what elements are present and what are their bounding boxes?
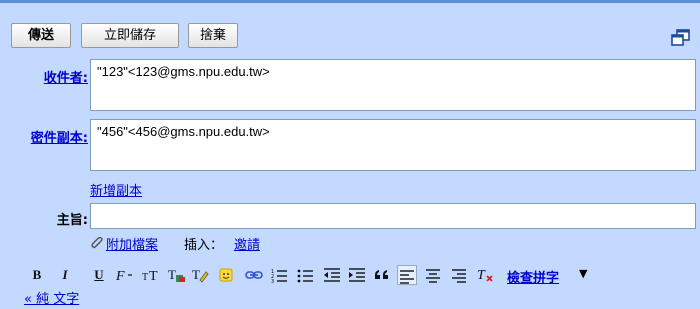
insert-label: 插入：: [184, 238, 224, 253]
compose-panel: 傳送 立即儲存 捨棄 收件者: "123"<123@gms.npu.edu.tw…: [0, 0, 700, 309]
subject-label: 主旨:: [56, 213, 88, 228]
add-cc-link[interactable]: 新增副本: [90, 180, 142, 199]
italic-button[interactable]: I: [58, 265, 72, 285]
quote-icon[interactable]: [373, 265, 391, 285]
link-icon[interactable]: [244, 265, 264, 285]
save-now-button[interactable]: 立即儲存: [81, 23, 179, 48]
emoticon-icon[interactable]: [218, 265, 236, 285]
to-field[interactable]: "123"<123@gms.npu.edu.tw>: [90, 59, 696, 111]
svg-text:F: F: [115, 269, 125, 283]
discard-button[interactable]: 捨棄: [188, 23, 238, 48]
bulleted-list-icon[interactable]: [296, 265, 316, 285]
align-right-icon[interactable]: [450, 265, 470, 285]
popout-window-icon[interactable]: [671, 29, 691, 47]
remove-formatting-icon[interactable]: T: [476, 265, 496, 285]
text-color-icon[interactable]: T: [167, 265, 187, 285]
increase-indent-icon[interactable]: [347, 265, 367, 285]
svg-text:T: T: [149, 269, 158, 283]
invite-link[interactable]: 邀請: [234, 234, 260, 253]
decrease-indent-icon[interactable]: [322, 265, 342, 285]
plain-text-link[interactable]: « 純 文字: [24, 288, 79, 307]
to-label[interactable]: 收件者:: [18, 67, 88, 86]
spellcheck-dropdown-arrow-icon[interactable]: ▼: [579, 267, 587, 280]
attach-file-link[interactable]: 附加檔案: [106, 234, 158, 253]
font-size-icon[interactable]: T T: [142, 265, 162, 285]
paperclip-icon: [90, 236, 104, 250]
bcc-label[interactable]: 密件副本:: [6, 127, 88, 146]
svg-text:T: T: [168, 267, 176, 282]
subject-field[interactable]: [90, 203, 696, 229]
spellcheck-link[interactable]: 檢查拼字: [507, 267, 559, 286]
send-button[interactable]: 傳送: [11, 23, 71, 48]
bcc-field[interactable]: "456"<456@gms.npu.edu.tw>: [90, 119, 696, 171]
svg-text:T: T: [477, 268, 486, 283]
align-left-icon[interactable]: [397, 265, 417, 285]
svg-text:3: 3: [271, 279, 274, 283]
bold-button[interactable]: B: [30, 265, 44, 285]
highlight-color-icon[interactable]: T: [191, 265, 211, 285]
numbered-list-icon[interactable]: 1 2 3: [270, 265, 290, 285]
svg-text:T: T: [142, 272, 148, 283]
svg-text:T: T: [192, 267, 200, 282]
font-icon[interactable]: F: [115, 265, 135, 285]
align-center-icon[interactable]: [424, 265, 444, 285]
underline-button[interactable]: U: [92, 265, 106, 285]
